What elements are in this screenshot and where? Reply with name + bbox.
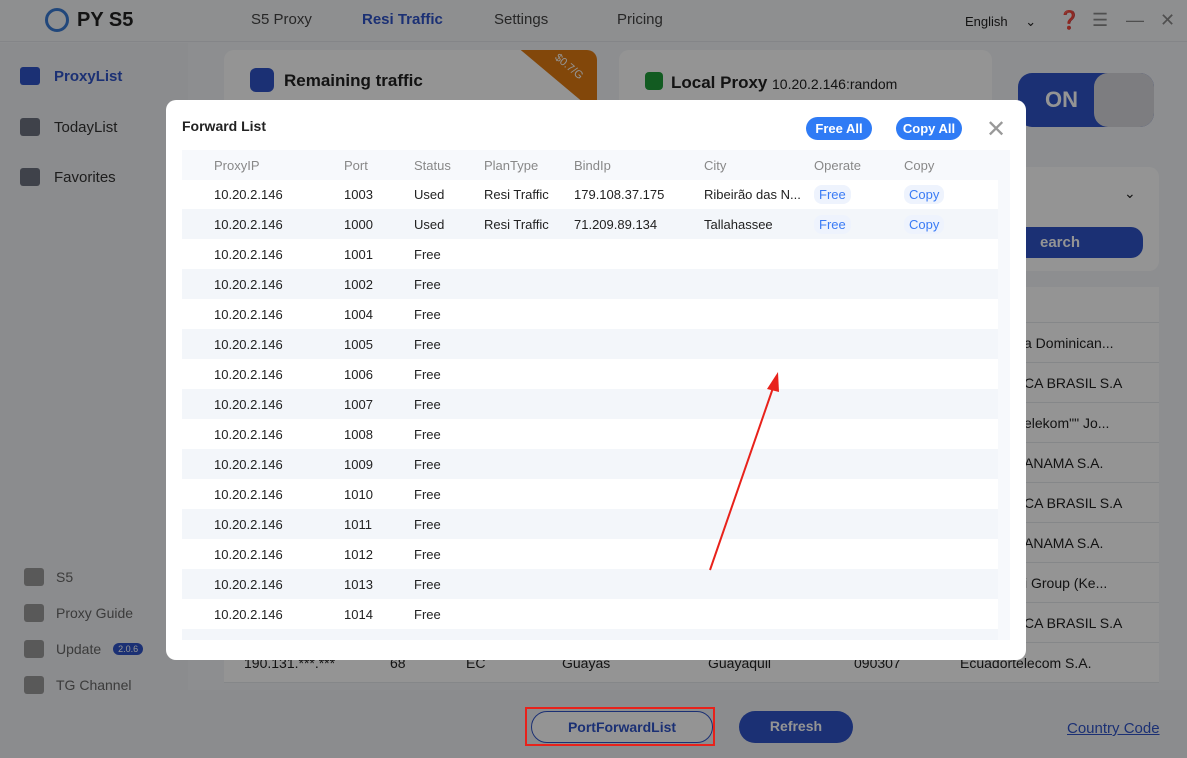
red-arrow-annotation xyxy=(709,372,779,571)
arrow-head xyxy=(767,372,779,392)
arrow-line xyxy=(709,384,775,571)
